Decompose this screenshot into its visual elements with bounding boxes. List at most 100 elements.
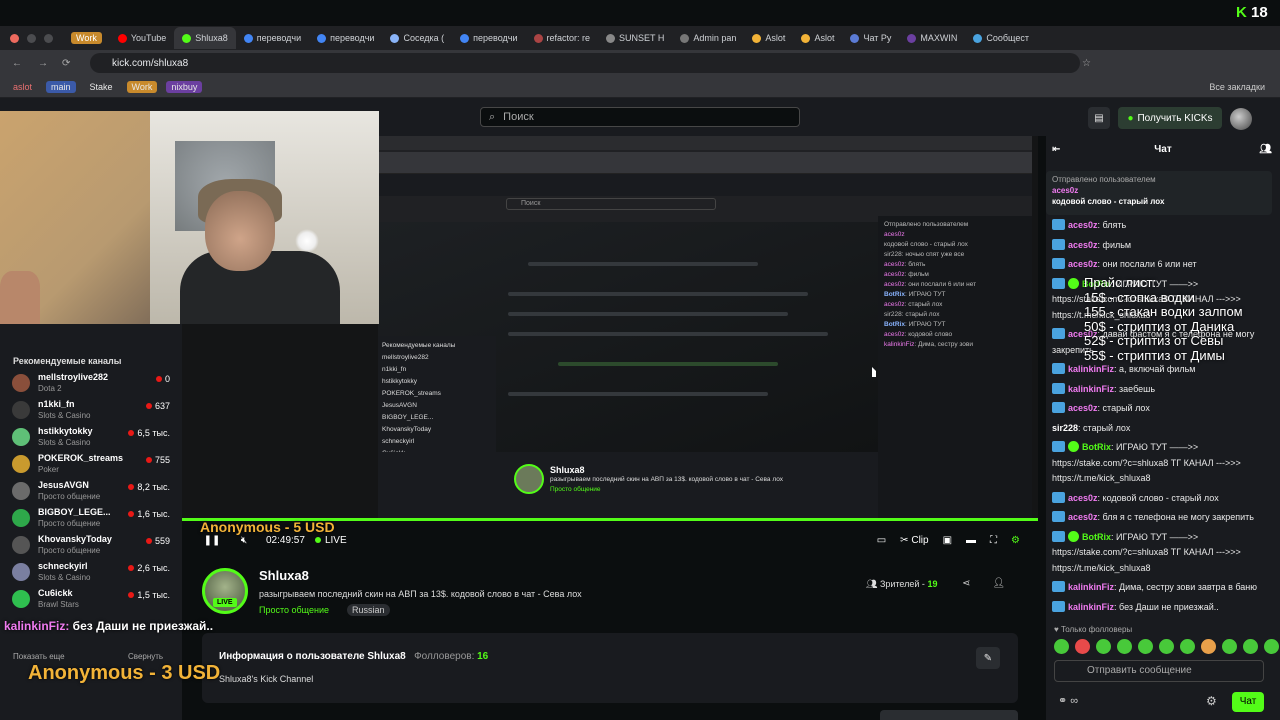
sidebar-channel[interactable]: POKEROK_streams Poker 755 [12,453,176,479]
all-bookmarks[interactable]: Все закладки [1204,81,1270,93]
tab-favicon-icon [606,33,616,43]
chat-username[interactable]: aces0z [1068,493,1098,503]
clip-button[interactable]: ✂ Clip [900,535,928,546]
chat-username[interactable]: kalinkinFiz [1068,582,1114,592]
language-tag[interactable]: Russian [347,604,390,616]
cc-icon[interactable]: ▣ [943,535,952,546]
bookmark-aslot[interactable]: aslot [8,81,37,93]
sidebar-channel[interactable]: n1kki_fn Slots & Casino 637 [12,399,176,425]
pinned-message[interactable]: Отправлено пользователем aces0z кодовой … [1046,171,1272,215]
live-dot-icon [128,592,135,598]
show-more-link[interactable]: Показать еще [13,652,65,661]
browser-tab[interactable]: YouTube [110,27,174,49]
sidebar-channel[interactable]: schneckyirl Slots & Casino 2,6 тыс. [12,561,176,587]
tab-favicon-icon [182,33,192,43]
browser-tab[interactable]: Shluxa8 [174,27,236,49]
search-input[interactable]: ⌕ Поиск [480,107,800,127]
channel-avatar[interactable] [202,568,248,614]
tab-favicon-icon [850,33,860,43]
tab-label: Сообщест [986,33,1029,43]
browser-tab[interactable]: Соседка ( [382,27,452,49]
forward-icon[interactable]: → [38,58,48,69]
browser-tab[interactable]: Admin pan [672,27,744,49]
stream-category[interactable]: Просто общение [259,605,329,615]
browser-tab[interactable]: MAXWIN [899,27,965,49]
tab-label: переводчи [330,33,375,43]
chat-text: без Даши не приезжай.. [1119,601,1219,612]
stream-screen-capture: Поиск Отправлено пользователем aces0z кодо… [378,136,1032,518]
send-button[interactable]: Чат [1232,692,1264,712]
chat-input[interactable]: Отправить сообщение [1054,660,1264,682]
channel-avatar-icon [12,509,30,527]
url-field[interactable]: kick.com/shluxa8 [90,53,1080,73]
pause-icon[interactable]: ❚❚ [202,535,222,546]
sidebar-channel[interactable]: BIGBOY_LEGE... Просто общение 1,6 тыс. [12,507,176,533]
window-controls[interactable] [0,33,63,43]
browser-tab[interactable]: переводчи [452,27,525,49]
chat-username[interactable]: kalinkinFiz [1068,364,1114,374]
bookmark-main[interactable]: main [46,80,76,93]
chat-username[interactable]: aces0z [1068,220,1098,230]
collapse-chat-icon[interactable]: ⇤ [1052,140,1060,160]
chat-username[interactable]: BotRix [1082,532,1111,542]
about-title: Информация о пользователе Shluxa8 [219,651,406,662]
browser-tab[interactable]: переводчи [309,27,382,49]
channel-avatar-icon [12,563,30,581]
bookmark-nixbuy[interactable]: nixbuy [166,80,203,93]
channel-category: Slots & Casino [38,573,91,582]
pip-icon[interactable]: ▬ [966,535,976,546]
channel-category: Slots & Casino [38,438,91,447]
browser-tab[interactable]: refactor: re [526,27,599,49]
chat-username[interactable]: aces0z [1068,259,1098,269]
sidebar-channel[interactable]: JesusAVGN Просто общение 8,2 тыс. [12,480,176,506]
bookmark-stake[interactable]: Stake [85,81,118,93]
price-list-line: 55$ - стриптиз от Димы [1084,347,1225,363]
bookmark-work[interactable]: Work [126,80,158,93]
chat-username[interactable]: BotRix [1082,442,1111,452]
browser-tab[interactable]: Aslot [793,27,842,49]
sidebar-channel[interactable]: Cu6ickk Brawl Stars 1,5 тыс. [12,588,176,614]
chat-username[interactable]: kalinkinFiz [1068,384,1114,394]
channel-points-icon[interactable]: ⚭ ∞ [1058,694,1078,707]
browser-tab[interactable]: Aslot [744,27,793,49]
mute-icon[interactable]: 🔇︎ [234,535,254,546]
sidebar-title: Рекомендуемые каналы [13,356,122,366]
channel-name[interactable]: Shluxa8 [259,568,309,583]
browser-tab[interactable]: Сообщест [965,27,1037,49]
users-icon[interactable]: 👥︎ [1259,140,1272,160]
viewer-count: 1,5 тыс. [128,590,170,600]
chat-settings-icon[interactable]: ⚙ [1206,694,1217,708]
user-avatar[interactable] [1230,108,1252,130]
theater-icon[interactable]: ▭ [877,535,886,546]
browser-tab[interactable]: переводчи [236,27,309,49]
edit-icon[interactable]: ✎ [976,647,1000,669]
browser-tab[interactable]: Work [63,27,110,49]
sidebar-channel[interactable]: mellstroylive282 Dota 2 0 [12,372,176,398]
back-icon[interactable]: ← [12,58,22,69]
emote-bar[interactable] [1054,639,1279,654]
live-badge: LIVE [213,598,237,607]
chat-username[interactable]: kalinkinFiz [1068,602,1114,612]
follow-icon[interactable]: 👤︎ [992,578,1005,589]
chat-username[interactable]: sir228 [1052,423,1078,433]
mod-badge-icon [1052,530,1065,542]
chat-username[interactable]: aces0z [1068,403,1098,413]
viewer-count: 637 [145,401,170,411]
sidebar-channel[interactable]: hstikkytokky Slots & Casino 6,5 тыс. [12,426,176,452]
mod-badge-icon [1052,277,1065,289]
collapse-link[interactable]: Свернуть [128,652,163,661]
star-icon[interactable]: ☆ [1082,58,1091,69]
tab-label: YouTube [130,33,167,43]
chat-username[interactable]: aces0z [1068,240,1098,250]
browser-tab[interactable]: SUNSET H [598,27,672,49]
sidebar-channel[interactable]: KhovanskyToday Просто общение 559 [12,534,176,560]
settings-icon[interactable]: ⚙ [1011,535,1020,546]
browser-tab[interactable]: Чат Py [842,27,899,49]
get-kicks-button[interactable]: ● Получить KICKs [1118,107,1222,129]
chat-username[interactable]: aces0z [1068,512,1098,522]
fullscreen-icon[interactable]: ⛶ [990,535,997,546]
store-icon[interactable]: ▤ [1088,107,1110,129]
reload-icon[interactable]: ⟳ [62,58,70,69]
webcam-overlay [0,111,379,324]
share-icon[interactable]: ⋖ [962,578,970,589]
